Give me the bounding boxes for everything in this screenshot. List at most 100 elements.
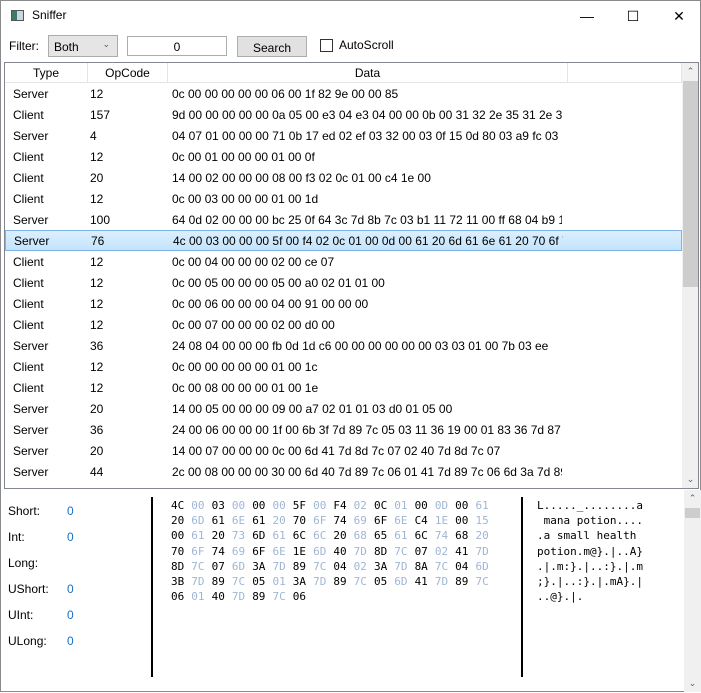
hex-byte[interactable]: 00 (455, 498, 475, 513)
hex-byte[interactable]: 6E (272, 544, 292, 559)
hex-byte[interactable]: 6D (475, 559, 495, 574)
hex-byte[interactable]: 7D (475, 544, 495, 559)
table-row[interactable]: Client 12 0c 00 04 00 00 00 02 00 ce 07 (5, 251, 682, 272)
autoscroll-label[interactable]: AutoScroll (339, 38, 394, 52)
details-scrollbar[interactable]: ⌃ ⌄ (684, 490, 701, 692)
hex-byte[interactable]: 20 (333, 528, 353, 543)
table-row[interactable]: Server 36 24 08 04 00 00 00 fb 0d 1d c6 00… (5, 335, 682, 356)
hex-byte[interactable]: 3A (293, 574, 313, 589)
hex-byte[interactable]: 8A (415, 559, 435, 574)
hex-byte[interactable]: 7C (313, 559, 333, 574)
hex-byte[interactable]: 02 (354, 559, 374, 574)
hex-byte[interactable]: 6D (252, 528, 272, 543)
table-row[interactable]: Client 12 0c 00 01 00 00 00 01 00 0f (5, 146, 682, 167)
hex-byte[interactable]: 02 (435, 544, 455, 559)
hex-byte[interactable]: 6D (394, 574, 414, 589)
hex-byte[interactable]: 0C (374, 498, 394, 513)
hex-byte[interactable]: 41 (415, 574, 435, 589)
hex-byte[interactable]: 7C (191, 559, 211, 574)
ascii-view[interactable]: L....._........a mana potion.... .a small… (537, 498, 643, 604)
hex-byte[interactable]: 89 (212, 574, 232, 589)
hex-byte[interactable]: 61 (475, 498, 495, 513)
hex-byte[interactable]: 00 (252, 498, 272, 513)
hex-byte[interactable]: 89 (293, 559, 313, 574)
hex-byte[interactable]: 89 (333, 574, 353, 589)
hex-byte[interactable]: 6D (313, 544, 333, 559)
hex-byte[interactable]: 00 (191, 498, 211, 513)
hex-byte[interactable]: 15 (475, 513, 495, 528)
hex-byte[interactable]: 01 (394, 498, 414, 513)
hex-byte[interactable]: 7C (394, 544, 414, 559)
hex-byte[interactable]: 89 (252, 589, 272, 604)
hex-byte[interactable]: C4 (415, 513, 435, 528)
hex-byte[interactable]: 68 (455, 528, 475, 543)
hex-byte[interactable]: 74 (212, 544, 232, 559)
hex-byte[interactable]: 6D (191, 513, 211, 528)
hex-byte[interactable]: 61 (272, 528, 292, 543)
table-row[interactable]: Server 76 4c 00 03 00 00 00 5f 00 f4 02 0c… (5, 230, 682, 251)
hex-byte[interactable]: 73 (232, 528, 252, 543)
hex-byte[interactable]: 41 (455, 544, 475, 559)
hex-byte[interactable]: 3A (374, 559, 394, 574)
hex-byte[interactable]: 74 (333, 513, 353, 528)
hex-byte[interactable]: 6F (252, 544, 272, 559)
hex-byte[interactable]: 6F (313, 513, 333, 528)
hex-byte[interactable]: 20 (171, 513, 191, 528)
table-row[interactable]: Server 44 2c 00 08 00 00 00 30 00 6d 40 7d… (5, 461, 682, 482)
hex-byte[interactable]: 02 (354, 498, 374, 513)
column-header-data[interactable]: Data (168, 63, 568, 83)
hex-byte[interactable]: 8D (171, 559, 191, 574)
hex-byte[interactable]: 7C (354, 574, 374, 589)
hex-byte[interactable]: 6C (415, 528, 435, 543)
column-header-type[interactable]: Type (5, 63, 88, 83)
table-row[interactable]: Client 12 0c 00 00 00 00 00 01 00 1c (5, 356, 682, 377)
column-header-opcode[interactable]: OpCode (88, 63, 168, 83)
scroll-thumb[interactable] (683, 81, 698, 287)
hex-byte[interactable]: 6F (191, 544, 211, 559)
hex-byte[interactable]: 7D (191, 574, 211, 589)
hex-byte[interactable]: 00 (415, 498, 435, 513)
hex-byte[interactable]: 6F (374, 513, 394, 528)
hex-byte[interactable]: 3A (252, 559, 272, 574)
hex-byte[interactable]: 7D (313, 574, 333, 589)
table-row[interactable]: Client 20 14 00 02 00 00 00 08 00 f3 02 0c… (5, 167, 682, 188)
close-button[interactable]: ✕ (656, 1, 701, 31)
search-button[interactable]: Search (237, 36, 307, 57)
hex-byte[interactable]: 5F (293, 498, 313, 513)
hex-byte[interactable]: 07 (212, 559, 232, 574)
hex-byte[interactable]: 74 (435, 528, 455, 543)
hex-byte[interactable]: 7D (232, 589, 252, 604)
table-row[interactable]: Server 4 04 07 01 00 00 00 71 0b 17 ed 02 … (5, 125, 682, 146)
list-scrollbar[interactable]: ⌃ ⌄ (682, 63, 698, 488)
hex-byte[interactable]: 01 (272, 574, 292, 589)
hex-byte[interactable]: 0D (435, 498, 455, 513)
hex-byte[interactable]: 61 (394, 528, 414, 543)
scroll-up-icon[interactable]: ⌃ (682, 63, 698, 80)
hex-byte[interactable]: 69 (232, 544, 252, 559)
hex-byte[interactable]: 7C (232, 574, 252, 589)
hex-byte[interactable]: 03 (212, 498, 232, 513)
hex-byte[interactable]: 7C (475, 574, 495, 589)
table-row[interactable]: Client 12 0c 00 05 00 00 00 05 00 a0 02 01… (5, 272, 682, 293)
hex-byte[interactable]: 00 (232, 498, 252, 513)
hex-byte[interactable]: 61 (252, 513, 272, 528)
hex-byte[interactable]: 89 (455, 574, 475, 589)
table-row[interactable]: Client 12 0c 00 03 00 00 00 01 00 1d (5, 188, 682, 209)
table-row[interactable]: Server 20 14 00 07 00 00 00 0c 00 6d 41 7d… (5, 440, 682, 461)
hex-byte[interactable]: 00 (313, 498, 333, 513)
scroll-up-icon[interactable]: ⌃ (684, 490, 701, 507)
table-row[interactable]: Server 12 0c 00 00 00 00 00 06 00 1f 82 9e… (5, 83, 682, 104)
hex-byte[interactable]: 06 (293, 589, 313, 604)
hex-byte[interactable]: 70 (293, 513, 313, 528)
autoscroll-checkbox[interactable] (320, 39, 333, 52)
hex-byte[interactable]: 05 (374, 574, 394, 589)
hex-byte[interactable]: 7D (394, 559, 414, 574)
hex-byte[interactable]: 6C (313, 528, 333, 543)
table-row[interactable]: Server 20 14 00 05 00 00 00 09 00 a7 02 01… (5, 398, 682, 419)
table-row[interactable]: Server 36 24 00 06 00 00 00 1f 00 6b 3f 7d… (5, 419, 682, 440)
scroll-down-icon[interactable]: ⌄ (682, 471, 698, 488)
hex-byte[interactable]: 4C (171, 498, 191, 513)
hex-byte[interactable]: 8D (374, 544, 394, 559)
maximize-button[interactable]: ☐ (610, 1, 656, 31)
hex-byte[interactable]: 01 (191, 589, 211, 604)
